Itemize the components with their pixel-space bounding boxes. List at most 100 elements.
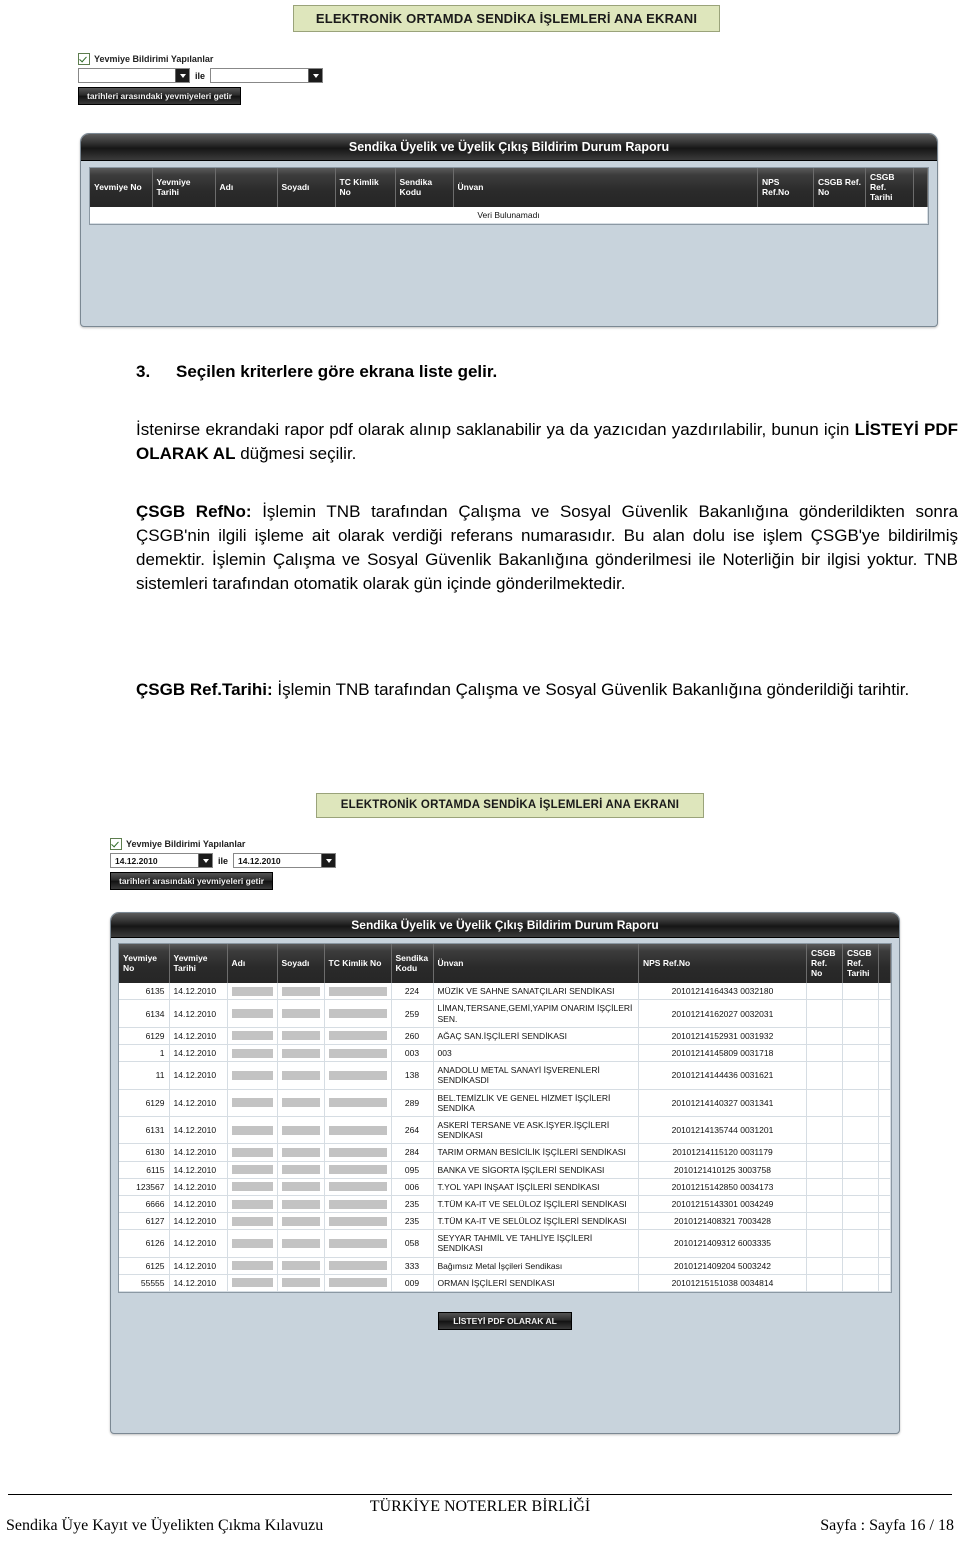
cell-soyadi (277, 1061, 325, 1090)
cell-nps-ref-no: 2010121410125 3003758 (638, 1161, 807, 1179)
cell-csgb-ref-no (806, 983, 843, 1001)
footer-organization: TÜRKİYE NOTERLER BİRLİĞİ (369, 1498, 591, 1515)
redacted-value (281, 1147, 320, 1157)
cell-nps-ref-no: 20101214145809 0031718 (638, 1044, 807, 1063)
table-row[interactable]: 6129 14.12.2010 260 AĞAÇ SAN.İŞÇİLERİ SENDİ… (119, 1027, 891, 1046)
cell-csgb-ref-no (806, 1027, 843, 1046)
date-range-row-bottom: 14.12.2010 ile 14.12.2010 (110, 853, 337, 868)
cell-sendika-kodu: 003 (391, 1044, 434, 1063)
listeyi-pdf-olarak-al-button[interactable]: LİSTEYİ PDF OLARAK AL (438, 1312, 572, 1331)
cell-adi (227, 1143, 278, 1162)
chevron-down-icon[interactable] (308, 69, 323, 82)
yevmiye-checkbox-top[interactable] (78, 53, 90, 65)
pdf-button-wrap: LİSTEYİ PDF OLARAK AL (111, 1311, 899, 1331)
date-from-combo-bottom[interactable]: 14.12.2010 (110, 853, 213, 868)
table-row[interactable]: 6129 14.12.2010 289 BEL.TEMİZLİK VE GENEL H… (119, 1089, 891, 1117)
table-row[interactable]: 6131 14.12.2010 264 ASKERİ TERSANE VE ASK.İ… (119, 1116, 891, 1145)
page-footer: TÜRKİYE NOTERLER BİRLİĞİ Sendika Üye Kay… (0, 1494, 960, 1541)
cell-yevmiye-no: 6130 (119, 1143, 170, 1162)
table-row[interactable]: 6125 14.12.2010 333 Bağımsız Metal İşçileri… (119, 1257, 891, 1275)
table-row[interactable]: 11 14.12.2010 138 ANADOLU METAL SANAYİ İŞVE… (119, 1061, 891, 1090)
chevron-down-icon[interactable] (175, 69, 189, 82)
cell-soyadi (277, 1178, 325, 1196)
col-csgb-ref-no: CSGB Ref. No (813, 168, 866, 208)
cell-csgb-ref-tarihi (842, 1195, 879, 1214)
date-to-value-bottom: 14.12.2010 (238, 855, 281, 866)
redacted-value (281, 1070, 320, 1080)
yevmiye-checkbox-row-bottom[interactable]: Yevmiye Bildirimi Yapılanlar (110, 838, 336, 850)
cell-adi (227, 1212, 278, 1231)
document-page: ELEKTRONİK ORTAMDA SENDİKA İŞLEMLERİ ANA… (0, 0, 960, 1541)
redacted-value (328, 1199, 387, 1209)
cell-nps-ref-no: 20101214164343 0032180 (638, 983, 807, 1001)
redacted-value (328, 1098, 387, 1108)
cell-adi (227, 1161, 278, 1179)
table-row[interactable]: 123567 14.12.2010 006 T.YOL YAPI İNŞAAT İŞÇ… (119, 1178, 891, 1196)
cell-sendika-kodu: 095 (391, 1161, 434, 1179)
cell-csgb-ref-tarihi (842, 1143, 879, 1162)
yevmiye-checkbox-row-top[interactable]: Yevmiye Bildirimi Yapılanlar (78, 53, 323, 65)
chevron-down-icon[interactable] (198, 854, 212, 867)
table-row[interactable]: 55555 14.12.2010 009 ORMAN İŞÇİLERİ SENDİKA… (119, 1274, 891, 1293)
cell-unvan: BANKA VE SİGORTA İŞÇİLERİ SENDİKASI (433, 1161, 639, 1179)
col-sendika-kodu: Sendika Kodu (395, 168, 454, 208)
chevron-down-icon[interactable] (321, 854, 336, 867)
table-row[interactable]: 6126 14.12.2010 058 SEYYAR TAHMİL VE TAHLİY… (119, 1229, 891, 1258)
para1-part-c: düğmesi seçilir. (235, 444, 357, 464)
cell-adi (227, 1178, 278, 1196)
date-from-combo-top[interactable] (78, 68, 190, 83)
cell-yevmiye-tarihi: 14.12.2010 (169, 1061, 228, 1090)
yevmiye-checkbox-bottom[interactable] (110, 838, 122, 850)
cell-csgb-ref-tarihi (842, 1257, 879, 1275)
redacted-value (328, 1278, 387, 1288)
cell-tc-kimlik-no (324, 1116, 392, 1145)
date-to-combo-top[interactable] (210, 68, 324, 83)
fetch-yevmiye-button-bottom[interactable]: tarihleri arasındaki yevmiyeleri getir (110, 872, 274, 890)
cell-csgb-ref-tarihi (842, 983, 879, 1001)
cell-unvan: TARIM ORMAN BESİCİLİK İŞÇİLERİ SENDİKASI (433, 1143, 639, 1162)
redacted-value (231, 1147, 273, 1157)
date-to-combo-bottom[interactable]: 14.12.2010 (233, 853, 337, 868)
cell-sendika-kodu: 009 (391, 1274, 434, 1293)
cell-yevmiye-tarihi: 14.12.2010 (169, 1116, 228, 1145)
table-row[interactable]: 6135 14.12.2010 224 MÜZİK VE SAHNE SANATÇIL… (119, 983, 891, 1001)
col-unvan: Ünvan (433, 944, 639, 984)
cell-adi (227, 999, 278, 1028)
cell-spacer (878, 1195, 891, 1214)
cell-sendika-kodu: 058 (391, 1229, 434, 1258)
cell-csgb-ref-no (806, 1044, 843, 1063)
table-row[interactable]: 6127 14.12.2010 235 T.TÜM KA-IT VE SELÜLOZ … (119, 1212, 891, 1231)
table-row[interactable]: 6115 14.12.2010 095 BANKA VE SİGORTA İŞÇİLE… (119, 1161, 891, 1179)
csgb-refno-text: İşlemin TNB tarafından Çalışma ve Sosyal… (136, 502, 958, 594)
redacted-value (328, 1238, 387, 1248)
cell-tc-kimlik-no (324, 1229, 392, 1258)
fetch-yevmiye-button-top[interactable]: tarihleri arasındaki yevmiyeleri getir (78, 87, 242, 105)
redacted-value (281, 1182, 320, 1192)
cell-yevmiye-no: 6127 (119, 1212, 170, 1231)
cell-adi (227, 1195, 278, 1214)
table-row[interactable]: 1 14.12.2010 003 003 20101214145809 0031718 (119, 1044, 891, 1063)
table-row[interactable]: 6666 14.12.2010 235 T.TÜM KA-IT VE SELÜLOZ … (119, 1195, 891, 1214)
redacted-value (231, 1238, 273, 1248)
cell-nps-ref-no: 20101214162027 0032031 (638, 999, 807, 1028)
table-row[interactable]: 6130 14.12.2010 284 TARIM ORMAN BESİCİLİK İ… (119, 1143, 891, 1162)
cell-yevmiye-tarihi: 14.12.2010 (169, 1195, 228, 1214)
cell-spacer (878, 1089, 891, 1117)
cell-spacer (878, 1116, 891, 1145)
redacted-value (231, 1199, 273, 1209)
cell-yevmiye-no: 6134 (119, 999, 170, 1028)
cell-csgb-ref-tarihi (842, 1061, 879, 1090)
table-row[interactable]: 6134 14.12.2010 259 LİMAN,TERSANE,GEMİ,YAPI… (119, 999, 891, 1028)
redacted-value (281, 1048, 320, 1058)
para1-part-a: İstenirse ekrandaki rapor pdf olarak alı… (136, 420, 855, 439)
col-adi: Adı (227, 944, 278, 984)
step-title: Seçilen kriterlere göre ekrana liste gel… (176, 362, 498, 381)
cell-csgb-ref-tarihi (842, 1089, 879, 1117)
cell-tc-kimlik-no (324, 1257, 392, 1275)
report-table-body: 6135 14.12.2010 224 MÜZİK VE SAHNE SANATÇIL… (119, 983, 891, 1293)
col-adi: Adı (215, 168, 278, 208)
cell-yevmiye-tarihi: 14.12.2010 (169, 1212, 228, 1231)
cell-csgb-ref-no (806, 1116, 843, 1145)
cell-adi (227, 983, 278, 1001)
cell-nps-ref-no: 20101214144436 0031621 (638, 1061, 807, 1090)
